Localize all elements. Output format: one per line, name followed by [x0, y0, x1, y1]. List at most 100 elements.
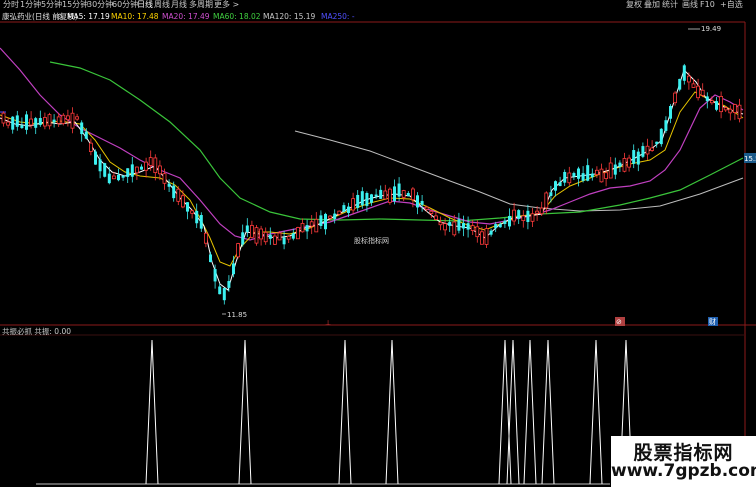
candle-body [263, 231, 268, 243]
candle-body [678, 78, 682, 90]
candle-body [691, 83, 696, 88]
candle-body [180, 195, 185, 208]
ma60-line [49, 61, 744, 222]
candle-body [94, 151, 97, 165]
candle-body [370, 194, 373, 203]
watermark-url: www.7gpzb.com [611, 461, 756, 481]
candle-body [218, 286, 222, 295]
resonance-spike [145, 339, 159, 485]
candle-body [259, 228, 264, 240]
candle-body [618, 162, 622, 167]
candle-body [586, 165, 590, 181]
candle-body [462, 222, 465, 229]
candle-body [351, 198, 356, 211]
candle-body [397, 183, 401, 197]
candle-body [549, 192, 553, 196]
candle-body [535, 210, 539, 214]
low-price-label: 11.85 [227, 311, 247, 319]
candle-body [530, 213, 535, 222]
candle-body [209, 254, 212, 263]
candle-body [356, 194, 360, 208]
candle-body [291, 233, 295, 239]
candle-body [117, 174, 120, 181]
candle-body [241, 232, 245, 245]
candle-body [254, 227, 259, 244]
candle-body [70, 112, 75, 129]
candle-body [710, 100, 714, 104]
candle-body [705, 96, 709, 102]
finance-marker: 财 [709, 317, 716, 326]
candle-body [438, 221, 443, 226]
candle-body [503, 220, 507, 224]
candle-body [66, 115, 70, 121]
candle-body [130, 164, 134, 177]
candle-body [484, 228, 489, 245]
candle-body [107, 173, 111, 184]
resonance-indicator [145, 339, 633, 485]
candle-body [47, 114, 52, 127]
candle-body [305, 225, 309, 232]
candle-body [6, 121, 10, 126]
candle-body [508, 215, 511, 227]
candle-body [383, 190, 388, 200]
candle-body [655, 141, 659, 144]
candle-body [15, 115, 19, 127]
candle-body [737, 104, 742, 120]
candle-body [470, 225, 475, 231]
candle-body [715, 101, 718, 110]
candle-body [669, 105, 672, 119]
resonance-spike [541, 339, 555, 485]
candle-body [134, 166, 139, 174]
candle-body [11, 116, 15, 130]
candle-body [406, 192, 410, 197]
candle-body [282, 237, 286, 245]
candle-body [268, 234, 272, 239]
candle-body [429, 210, 434, 214]
candle-body [595, 169, 599, 176]
candle-body [347, 206, 350, 213]
candle-body [328, 215, 333, 219]
candle-body [342, 205, 346, 212]
candle-body [144, 161, 149, 171]
candle-body [126, 168, 130, 177]
candle-body [700, 89, 705, 96]
candle-body [52, 119, 56, 123]
candle-body [43, 117, 47, 127]
candle-body [1, 112, 6, 124]
candle-body [577, 168, 580, 179]
resonance-spike [238, 339, 252, 485]
candle-body [687, 75, 691, 83]
candle-body [696, 85, 700, 99]
candle-body [641, 146, 645, 157]
candle-body [416, 195, 419, 208]
candle-body [162, 173, 167, 184]
candle-body [650, 147, 654, 151]
candle-body [443, 223, 448, 231]
candle-body [563, 171, 567, 183]
candle-body [98, 159, 102, 172]
candle-body [475, 226, 480, 238]
event-marker-2: ⊘ [616, 318, 622, 326]
candle-body [227, 281, 231, 288]
candle-body [379, 189, 383, 199]
event-marker: ⊥ [325, 319, 331, 327]
candle-body [295, 227, 300, 240]
candle-body [387, 188, 392, 203]
candle-body [148, 157, 153, 166]
candle-body [539, 207, 544, 215]
candle-body [277, 232, 282, 241]
candle-body [401, 190, 406, 198]
candle-body [393, 186, 396, 202]
candle-body [103, 163, 107, 177]
candle-body [232, 263, 235, 275]
resonance-spike [338, 339, 352, 485]
candle-body [25, 114, 28, 130]
candle-body [167, 183, 171, 187]
candle-body [452, 221, 457, 236]
candle-body [374, 194, 378, 197]
resonance-spike [498, 339, 512, 485]
candle-body [673, 92, 677, 104]
candle-body [659, 128, 663, 145]
candle-body [199, 215, 203, 229]
candle-body [337, 210, 342, 215]
